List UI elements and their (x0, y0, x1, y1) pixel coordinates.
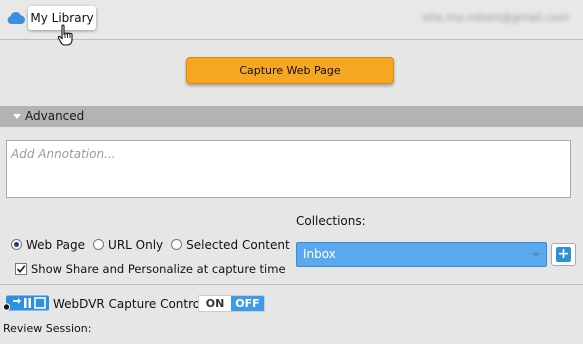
annotation-input[interactable] (6, 140, 571, 198)
check-icon (16, 264, 26, 273)
collections-selected-value: Inbox (303, 247, 336, 261)
webdvr-toggle[interactable]: ON OFF (198, 295, 265, 312)
toggle-off-option[interactable]: OFF (231, 296, 264, 311)
radio-web-page-label[interactable]: Web Page (26, 238, 85, 252)
share-checkbox[interactable] (15, 262, 27, 275)
capture-web-page-button[interactable]: Capture Web Page (186, 57, 394, 84)
capture-mode-group: Web Page URL Only Selected Content (11, 237, 298, 252)
chevron-down-icon (532, 253, 540, 257)
share-option-row: Show Share and Personalize at capture ti… (15, 261, 286, 276)
cloud-icon[interactable] (6, 10, 26, 26)
review-session-label: Review Session: (3, 322, 92, 335)
divider (0, 284, 583, 285)
toggle-on-option[interactable]: ON (199, 296, 231, 311)
advanced-label: Advanced (25, 109, 85, 123)
user-email: ella.ma.robert@gmail.com (422, 11, 569, 24)
add-collection-button[interactable]: + (551, 243, 576, 266)
hand-cursor-icon (57, 24, 73, 46)
collections-label: Collections: (296, 214, 366, 228)
chevron-down-icon (13, 114, 21, 119)
radio-url-only-label[interactable]: URL Only (108, 238, 163, 252)
radio-web-page[interactable] (11, 239, 22, 250)
plus-icon: + (556, 246, 571, 262)
webdvr-label: WebDVR Capture Control (53, 297, 204, 311)
advanced-section-toggle[interactable]: Advanced (0, 106, 583, 127)
header-bar: My Library ella.ma.robert@gmail.com (0, 0, 583, 46)
radio-selected-content-label[interactable]: Selected Content (186, 238, 290, 252)
radio-selected-content[interactable] (171, 239, 183, 250)
radio-url-only[interactable] (93, 239, 105, 250)
share-checkbox-label[interactable]: Show Share and Personalize at capture ti… (31, 262, 286, 276)
webdvr-icon (3, 295, 49, 311)
collections-select[interactable]: Inbox (296, 242, 547, 267)
